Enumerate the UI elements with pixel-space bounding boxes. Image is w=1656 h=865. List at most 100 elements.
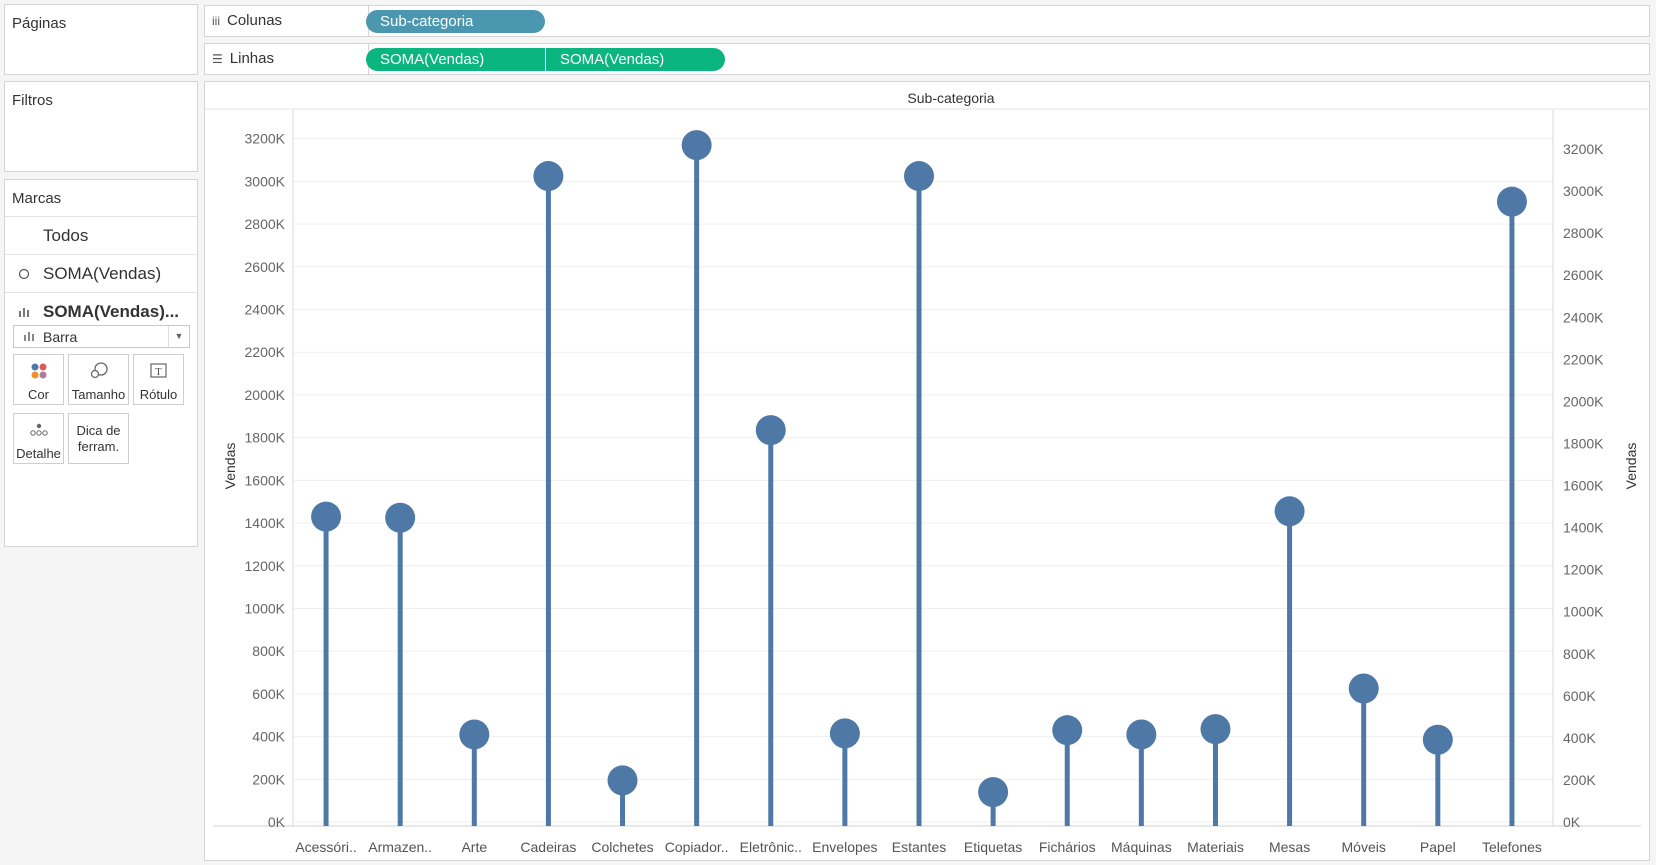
right-tick-label: 2200K [1563, 351, 1604, 367]
marks-tab-label: SOMA(Vendas) [43, 264, 162, 283]
rows-shelf-text: Linhas [229, 50, 274, 67]
circle-mark [1200, 714, 1231, 745]
bar-mark [397, 522, 403, 826]
right-tick-label: 200K [1563, 772, 1596, 788]
size-button[interactable]: Tamanho [68, 354, 129, 405]
left-tick-label: 200K [252, 771, 285, 787]
left-tick-label: 400K [252, 729, 285, 745]
x-tick-label: Papel [1420, 839, 1456, 855]
right-tick-label: 2400K [1563, 309, 1604, 325]
mark-type-value: Barra [43, 329, 78, 345]
pill-sub-categoria[interactable]: Sub-categoria [366, 10, 545, 33]
circle-mark [385, 502, 416, 533]
pill-soma-vendas-2[interactable]: SOMA(Vendas) [546, 48, 725, 71]
x-tick-label: Telefones [1482, 839, 1542, 855]
columns-shelf-text: Colunas [227, 12, 283, 29]
svg-text:T: T [155, 366, 162, 378]
circle-mark [829, 718, 860, 749]
marks-tab-label: Todos [43, 226, 89, 245]
circle-mark [607, 765, 638, 796]
palette-icon [14, 361, 63, 381]
right-tick-label: 2000K [1563, 393, 1604, 409]
tooltip-button[interactable]: Dica de ferram. [68, 413, 129, 464]
pages-card[interactable]: Páginas [4, 4, 198, 75]
bar-mark [694, 155, 700, 827]
y-axis-title-right: Vendas [1623, 443, 1639, 490]
mark-type-select[interactable]: Barra ▼ [13, 325, 190, 348]
label-button-label: Rótulo [139, 387, 178, 402]
tooltip-label-line2: ferram. [77, 439, 120, 454]
circle-mark [1274, 496, 1305, 527]
left-tick-label: 800K [252, 643, 285, 659]
right-tick-label: 1800K [1563, 435, 1604, 451]
bar-mark [916, 185, 922, 826]
x-tick-label: Armazen.. [368, 839, 432, 855]
left-tick-label: 1600K [245, 472, 286, 488]
filters-card-title: Filtros [12, 92, 53, 109]
left-tick-label: 1800K [245, 430, 286, 446]
left-tick-label: 2000K [245, 387, 286, 403]
circle-mark [1348, 673, 1379, 704]
left-tick-label: 2200K [245, 344, 286, 360]
circle-mark [1052, 715, 1083, 746]
x-tick-label: Mesas [1269, 839, 1310, 855]
axes [205, 108, 1649, 827]
x-tick-label: Móveis [1342, 839, 1386, 855]
left-tick-label: 3000K [245, 173, 286, 189]
left-tick-label: 2400K [245, 302, 286, 318]
x-tick-label: Materiais [1187, 839, 1244, 855]
x-tick-label: Copiador.. [665, 839, 729, 855]
bar-mark [1287, 516, 1293, 826]
circle-mark [681, 130, 712, 161]
chart-view: Sub-categoria 0K 200K 400K 600K 800K 1000K 1200… [204, 81, 1650, 861]
left-tick-label: 2600K [245, 259, 286, 275]
detail-button[interactable]: Detalhe [13, 413, 64, 464]
x-tick-label: Arte [461, 839, 487, 855]
pill-soma-vendas-1[interactable]: SOMA(Vendas) [366, 48, 545, 71]
left-tick-label: 3200K [245, 131, 286, 147]
right-tick-label: 800K [1563, 646, 1596, 662]
pages-card-title: Páginas [12, 15, 67, 32]
right-tick-label: 600K [1563, 688, 1596, 704]
bar-mark [768, 436, 774, 826]
columns-shelf-label: iii Colunas [212, 6, 369, 36]
bars [323, 155, 1515, 827]
lollipop-chart: Sub-categoria 0K 200K 400K 600K 800K 1000K 1200… [205, 90, 1649, 855]
rows-icon: ☰ [212, 52, 223, 66]
text-label-icon: T [134, 361, 183, 381]
right-tick-label: 0K [1563, 814, 1581, 830]
bar-mark [1361, 690, 1367, 826]
marks-card: Marcas Todos SOMA(Vendas) SOMA(Vendas)..… [4, 179, 198, 547]
detail-button-label: Detalhe [16, 446, 61, 461]
tooltip-button-label: Dica de ferram. [69, 423, 128, 455]
circle-mark [1496, 186, 1527, 217]
marks-tab-all[interactable]: Todos [5, 216, 197, 254]
marks-tab-circle[interactable]: SOMA(Vendas) [5, 254, 197, 292]
label-button[interactable]: T Rótulo [133, 354, 184, 405]
left-tick-label: 0K [268, 814, 286, 830]
tooltip-label-line1: Dica de [76, 423, 121, 438]
filters-card[interactable]: Filtros [4, 81, 198, 172]
rows-shelf[interactable]: ☰ Linhas SOMA(Vendas) SOMA(Vendas) [204, 43, 1650, 75]
right-tick-label: 2600K [1563, 267, 1604, 283]
circle-mark [978, 777, 1009, 808]
columns-shelf[interactable]: iii Colunas Sub-categoria [204, 5, 1650, 37]
bar-mark [545, 185, 551, 826]
circle-mark [1422, 724, 1453, 755]
size-button-label: Tamanho [71, 387, 126, 402]
bar-mark [1212, 730, 1218, 826]
left-tick-label: 2800K [245, 216, 286, 232]
color-button[interactable]: Cor [13, 354, 64, 405]
right-tick-label: 3200K [1563, 141, 1604, 157]
detail-dots-icon [14, 420, 63, 440]
circle-mark [459, 719, 490, 750]
x-tick-label: Acessóri.. [295, 839, 356, 855]
marks-card-title: Marcas [12, 190, 62, 207]
x-tick-label: Cadeiras [520, 839, 576, 855]
x-tick-label: Fichários [1039, 839, 1096, 855]
bar-mark [323, 521, 329, 826]
bar-mark [1509, 211, 1515, 826]
right-tick-label: 1600K [1563, 478, 1604, 494]
y-axis-title-left: Vendas [222, 443, 238, 490]
circle-mark [755, 415, 786, 446]
